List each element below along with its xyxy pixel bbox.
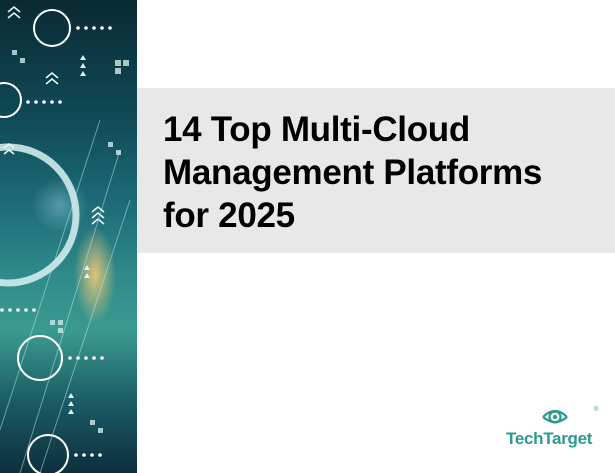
eye-icon [542, 409, 568, 424]
large-ring-shape [0, 143, 80, 287]
dotted-lines [0, 26, 112, 457]
page-title: 14 Top Multi-Cloud Management Platforms … [163, 108, 603, 237]
small-ring-shape [27, 434, 69, 473]
chevron-icons [3, 5, 105, 225]
small-ring-shape [33, 9, 71, 47]
small-ring-shape [0, 82, 22, 118]
title-line: 14 Top Multi-Cloud [163, 110, 470, 149]
decorative-art-strip [0, 0, 137, 473]
title-line: Management Platforms [163, 153, 543, 192]
techtarget-logo: ® TechTarget [506, 405, 598, 455]
title-line: for 2025 [163, 196, 295, 235]
registered-mark: ® [594, 407, 599, 413]
abstract-tech-graphic [0, 5, 131, 473]
logo-text: TechTarget [506, 429, 593, 448]
